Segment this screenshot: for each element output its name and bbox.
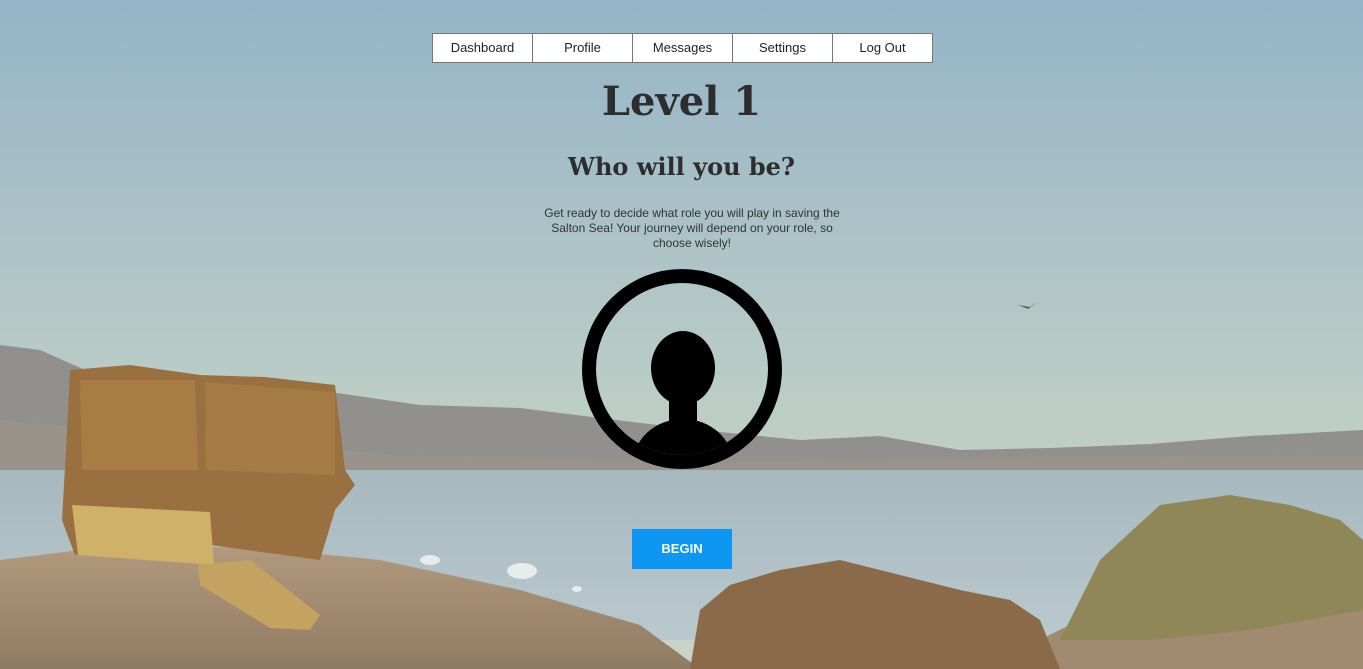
nav-messages-link[interactable]: Messages bbox=[633, 34, 733, 62]
nav-profile-link[interactable]: Profile bbox=[533, 34, 633, 62]
begin-button[interactable]: BEGIN bbox=[632, 529, 732, 569]
page-title: Level 1 bbox=[601, 78, 762, 125]
intro-description: Get ready to decide what role you will p… bbox=[544, 206, 840, 250]
top-navigation: Dashboard Profile Messages Settings Log … bbox=[432, 33, 933, 63]
user-silhouette-icon bbox=[582, 269, 782, 469]
nav-dashboard-link[interactable]: Dashboard bbox=[433, 34, 533, 62]
nav-settings-link[interactable]: Settings bbox=[733, 34, 833, 62]
nav-logout-link[interactable]: Log Out bbox=[833, 34, 932, 62]
page-subtitle: Who will you be? bbox=[567, 152, 795, 181]
